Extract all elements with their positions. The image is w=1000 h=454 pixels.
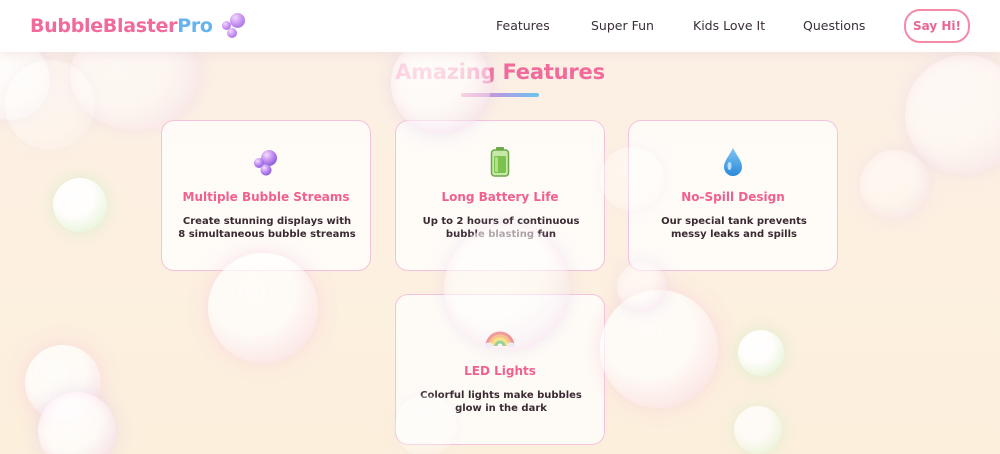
nav-link-super-fun[interactable]: Super Fun [591,18,654,33]
nav-link-questions[interactable]: Questions [803,18,865,33]
card-description: Create stunning displays with 8 simultan… [172,215,362,241]
card-description: Colorful lights make bubbles glow in the… [406,389,596,415]
bubble-decoration [25,345,101,421]
bubbles-icon [162,146,370,178]
nav-link-kids-love-it[interactable]: Kids Love It [693,18,765,33]
site-header: BubbleBlaster Pro Features Super Fun Kids… [0,0,1000,52]
feature-card-multiple-bubble-streams: Multiple Bubble Streams Create stunning … [161,120,371,271]
logo-text-pro: Pro [177,15,213,37]
title-underline [461,93,539,97]
card-description-line: Create stunning displays with [182,216,352,227]
feature-card-long-battery-life: Long Battery Life Up to 2 hours of conti… [395,120,605,271]
say-hi-button[interactable]: Say Hi! [904,9,970,43]
bubble-decoration [600,290,718,408]
bubble-decoration [734,406,782,454]
droplet-icon [629,146,837,178]
card-title: No-Spill Design [681,190,785,204]
site-logo[interactable]: BubbleBlaster Pro [30,13,249,39]
logo-text-main: BubbleBlaster [30,15,178,37]
card-title: LED Lights [464,364,536,378]
card-description-line: bubble blasting fun [445,229,557,240]
card-description-line: 8 simultaneous bubble streams [178,229,356,240]
bubble-decoration [38,392,116,454]
bubble-decoration [53,178,107,232]
card-description-line: messy leaks and spills [670,229,797,240]
feature-card-led-lights: LED Lights Colorful lights make bubbles … [395,294,605,445]
card-description-line: Up to 2 hours of continuous [422,216,580,227]
card-title: Long Battery Life [441,190,559,204]
bubble-decoration [738,330,784,376]
rainbow-icon [396,320,604,352]
card-description-line: Colorful lights make bubbles [420,390,582,401]
card-description: Up to 2 hours of continuous bubble blast… [406,215,596,241]
bubble-decoration [860,150,930,220]
feature-card-no-spill-design: No-Spill Design Our special tank prevent… [628,120,838,271]
section-title: Amazing Features [395,60,605,84]
bubbles-icon [221,13,249,39]
nav-link-features[interactable]: Features [496,18,550,33]
card-title: Multiple Bubble Streams [182,190,350,204]
card-description: Our special tank prevents messy leaks an… [639,215,829,241]
card-description-line: Our special tank prevents [661,216,807,227]
card-description-line: glow in the dark [455,403,547,414]
battery-icon [396,146,604,178]
